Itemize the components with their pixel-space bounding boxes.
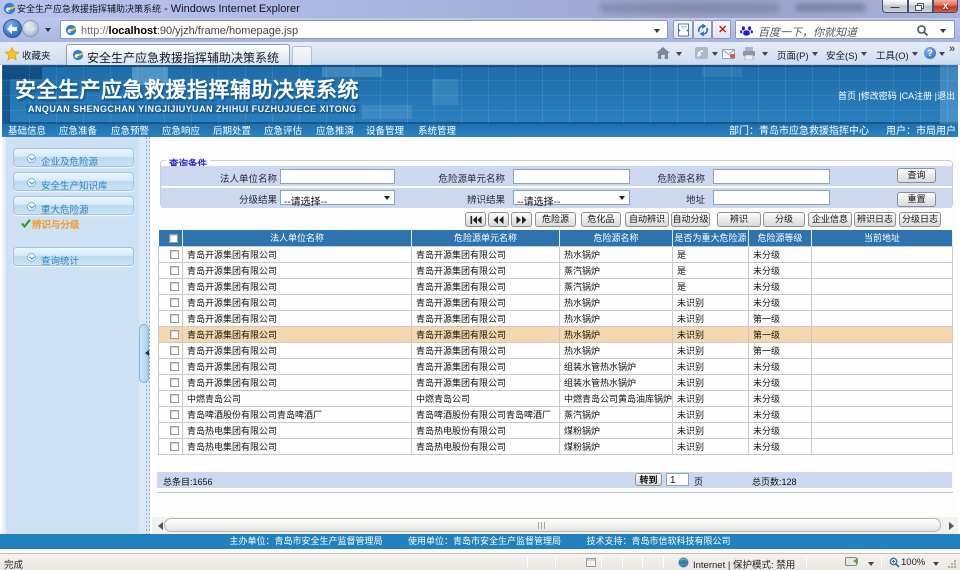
svg-text:e: e bbox=[6, 4, 10, 14]
svg-text:e: e bbox=[75, 51, 79, 60]
svg-text:e: e bbox=[68, 26, 72, 35]
